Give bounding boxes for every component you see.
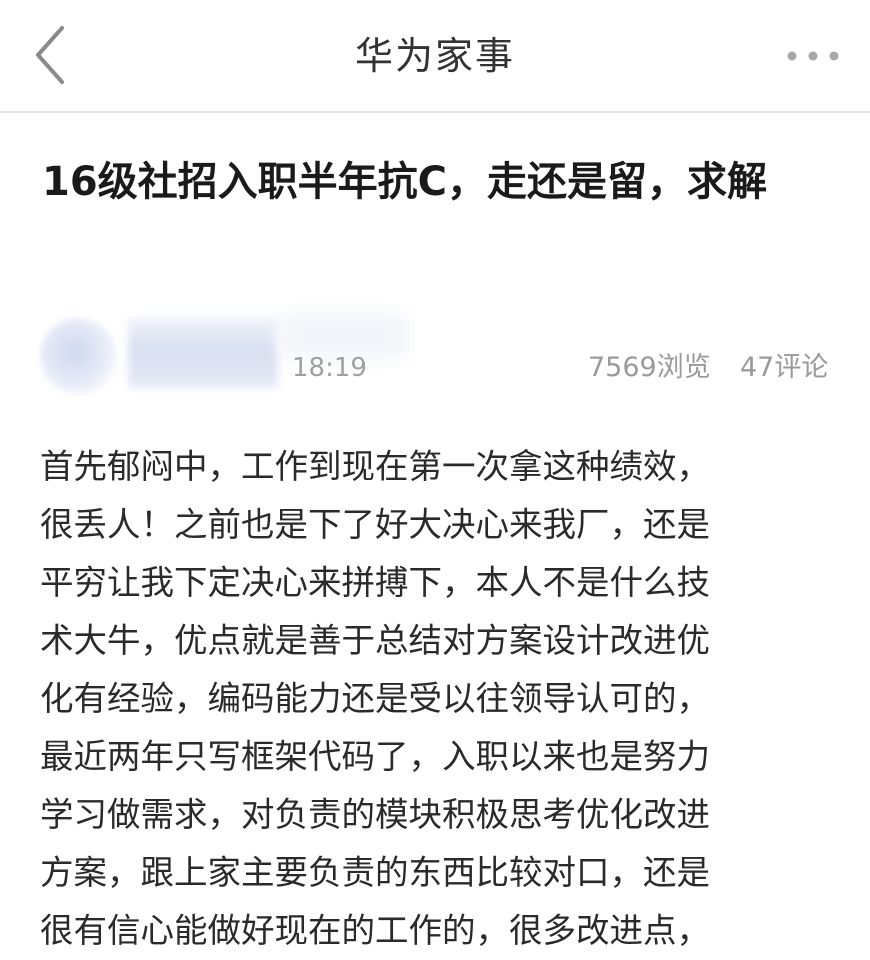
post-body-line: 平穷让我下定决心来拼搏下，本人不是什么技	[40, 563, 710, 602]
nav-bar: 华为家事	[0, 0, 870, 112]
post-time: 18:19	[292, 353, 367, 383]
post-body-line: 化有经验，编码能力还是受以往领导认可的，	[40, 679, 710, 718]
more-options-button[interactable]	[784, 38, 842, 74]
post-body-line: 方案，跟上家主要负责的东西比较对口，还是	[40, 853, 710, 892]
page-title: 华为家事	[354, 34, 515, 78]
views-count: 7569浏览	[588, 352, 711, 383]
post-body-line: 术大牛，优点就是善于总结对方案设计改进优	[40, 621, 710, 660]
nav-divider	[0, 111, 870, 113]
comments-count[interactable]: 47评论	[740, 350, 828, 386]
post-body-line: 首先郁闷中，工作到现在第一次拿这种绩效，	[40, 447, 710, 486]
post-title: 16级社招入职半年抗C，走还是留，求解	[42, 159, 768, 205]
post-body: 首先郁闷中，工作到现在第一次拿这种绩效， 很丢人！之前也是下了好大决心来我厂，还…	[40, 438, 840, 960]
ellipsis-icon	[787, 51, 839, 61]
post-body-line: 最近两年只写框架代码了，入职以来也是努力	[40, 737, 710, 776]
author-avatar[interactable]	[40, 318, 116, 394]
post-body-line: 很丢人！之前也是下了好大决心来我厂，还是	[40, 505, 710, 544]
post-body-line: 很有信心能做好现在的工作的，很多改进点，	[40, 911, 710, 950]
post-body-line: 学习做需求，对负责的模块积极思考优化改进	[40, 795, 710, 834]
post-meta: 18:19 7569浏览 47评论	[0, 310, 870, 420]
author-name-blurred[interactable]	[128, 318, 278, 388]
